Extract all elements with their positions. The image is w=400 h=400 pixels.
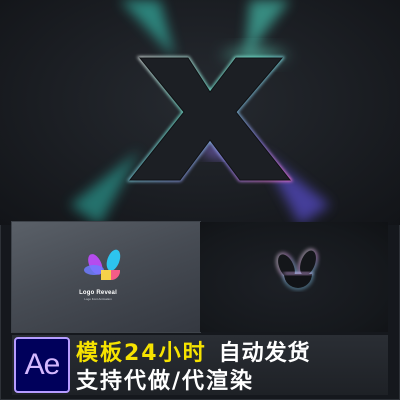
- promo-line-2: 支持代做/代渲染: [76, 369, 255, 394]
- after-effects-label: Ae: [24, 348, 61, 381]
- after-effects-icon: Ae: [14, 337, 70, 393]
- logo-reveal-preview-dark: [200, 222, 388, 332]
- logo-reveal-preview-light: [12, 222, 200, 332]
- preview-subtitle: Logo Font Animation: [84, 297, 112, 301]
- flower-logo-icon: [84, 249, 121, 281]
- hero-logo-preview: [0, 0, 400, 225]
- preview-title: Logo Reveal: [79, 290, 117, 296]
- promo-line-1: 模板24小时 自动发货: [76, 338, 386, 366]
- glowing-flower-logo-icon: [276, 249, 318, 289]
- product-thumbnail: Logo Reveal Logo Font Animation Ae 模板24小…: [0, 0, 400, 400]
- glowing-x-logo: [70, 0, 330, 225]
